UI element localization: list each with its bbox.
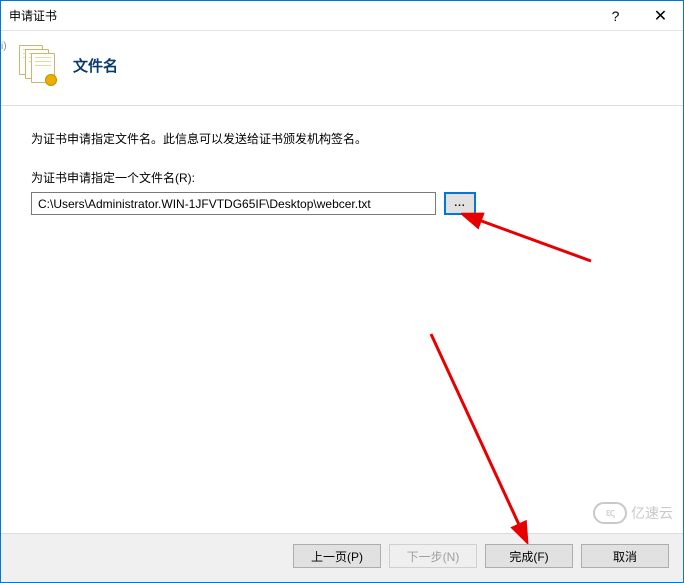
certificate-icon xyxy=(19,45,59,85)
filename-input[interactable] xyxy=(31,192,436,215)
window-title: 申请证书 xyxy=(9,7,593,24)
help-button[interactable]: ? xyxy=(593,1,638,30)
wizard-header: 文件名 xyxy=(1,31,683,105)
next-button: 下一步(N) xyxy=(389,544,477,568)
wizard-content: 为证书申请指定文件名。此信息可以发送给证书颁发机构签名。 为证书申请指定一个文件… xyxy=(1,106,683,533)
description-text: 为证书申请指定文件名。此信息可以发送给证书颁发机构签名。 xyxy=(31,130,653,147)
wizard-footer: 上一页(P) 下一步(N) 完成(F) 取消 xyxy=(1,533,683,582)
filename-label: 为证书申请指定一个文件名(R): xyxy=(31,169,653,186)
previous-button[interactable]: 上一页(P) xyxy=(293,544,381,568)
watermark: ες 亿速云 xyxy=(593,502,673,524)
cancel-button[interactable]: 取消 xyxy=(581,544,669,568)
page-title: 文件名 xyxy=(73,55,118,76)
window-controls: ? ✕ xyxy=(593,1,683,30)
titlebar: 申请证书 ? ✕ xyxy=(1,1,683,31)
browse-button[interactable]: ... xyxy=(444,192,476,215)
certificate-request-dialog: 申请证书 ? ✕ 文件名 为证书申请指定文件名。此信息可以发送给证书颁发机构签名… xyxy=(0,0,684,583)
left-edge-fragment: i) xyxy=(1,41,4,121)
finish-button[interactable]: 完成(F) xyxy=(485,544,573,568)
watermark-text: 亿速云 xyxy=(631,503,673,523)
watermark-badge-icon: ες xyxy=(593,502,627,524)
file-row: ... xyxy=(31,192,653,215)
close-button[interactable]: ✕ xyxy=(638,1,683,30)
